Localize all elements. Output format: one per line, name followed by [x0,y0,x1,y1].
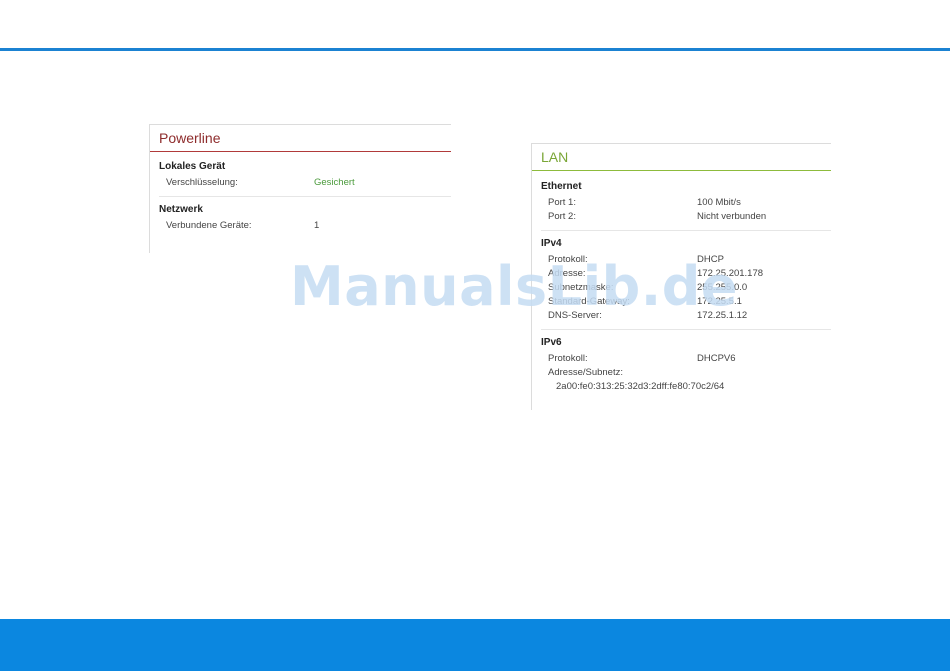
ipv6-protocol-label: Protokoll: [548,353,588,364]
local-device-section: Lokales Gerät Verschlüsselung: Gesichert [150,158,451,197]
ipv6-address-label-row: Adresse/Subnetz: [541,366,831,380]
ipv4-gateway-value: 172.25.5.1 [697,296,742,307]
ipv4-dns-label: DNS-Server: [548,310,602,321]
top-accent-rule [0,48,950,51]
local-device-heading: Lokales Gerät [159,161,226,172]
footer-band [0,619,950,671]
ipv4-protocol-row: Protokoll: DHCP [541,253,831,267]
port2-label: Port 2: [548,211,576,222]
connected-devices-value: 1 [314,220,320,231]
ethernet-section: Ethernet Port 1: 100 Mbit/s Port 2: Nich… [532,178,831,231]
port1-row: Port 1: 100 Mbit/s [541,196,831,210]
ipv4-gateway-label: Standard-Gateway: [548,296,630,307]
port1-value: 100 Mbit/s [697,197,741,208]
ipv4-subnet-value: 255.255.0.0 [697,282,748,293]
powerline-panel: Powerline Lokales Gerät Verschlüsselung:… [149,124,451,253]
ipv4-gateway-row: Standard-Gateway: 172.25.5.1 [541,295,831,309]
lan-panel-title: LAN [532,144,831,171]
ipv4-address-row: Adresse: 172.25.201.178 [541,267,831,281]
port2-value: Nicht verbunden [697,211,767,222]
ethernet-heading: Ethernet [541,181,582,192]
ipv6-protocol-row: Protokoll: DHCPV6 [541,352,831,366]
connected-devices-row: Verbundene Geräte: 1 [159,219,451,233]
ipv6-address-value: 2a00:fe0:313:25:32d3:2dff:fe80:70c2/64 [556,381,725,392]
network-heading: Netzwerk [159,204,203,215]
ipv4-protocol-label: Protokoll: [548,254,588,265]
section-divider [159,196,451,197]
ipv4-heading: IPv4 [541,238,562,249]
ipv4-dns-row: DNS-Server: 172.25.1.12 [541,309,831,323]
network-section: Netzwerk Verbundene Geräte: 1 [150,201,451,233]
ipv4-dns-value: 172.25.1.12 [697,310,748,321]
encryption-label: Verschlüsselung: [166,177,238,188]
ipv6-protocol-value: DHCPV6 [697,353,736,364]
ipv6-heading: IPv6 [541,337,562,348]
port2-row: Port 2: Nicht verbunden [541,210,831,224]
ipv6-address-label: Adresse/Subnetz: [548,367,623,378]
ipv4-address-label: Adresse: [548,268,586,279]
ipv4-subnet-label: Subnetzmaske: [548,282,614,293]
ipv6-section: IPv6 Protokoll: DHCPV6 Adresse/Subnetz: … [532,334,831,394]
powerline-panel-title: Powerline [150,125,451,152]
ipv4-address-value: 172.25.201.178 [697,268,764,279]
ipv4-subnet-row: Subnetzmaske: 255.255.0.0 [541,281,831,295]
port1-label: Port 1: [548,197,576,208]
ipv4-protocol-value: DHCP [697,254,724,265]
section-divider [541,230,831,231]
lan-panel: LAN Ethernet Port 1: 100 Mbit/s Port 2: … [531,143,831,410]
encryption-value: Gesichert [314,177,355,188]
ipv4-section: IPv4 Protokoll: DHCP Adresse: 172.25.201… [532,235,831,330]
section-divider [541,329,831,330]
encryption-row: Verschlüsselung: Gesichert [159,176,451,190]
ipv6-address-value-row: 2a00:fe0:313:25:32d3:2dff:fe80:70c2/64 [541,380,831,394]
connected-devices-label: Verbundene Geräte: [166,220,252,231]
